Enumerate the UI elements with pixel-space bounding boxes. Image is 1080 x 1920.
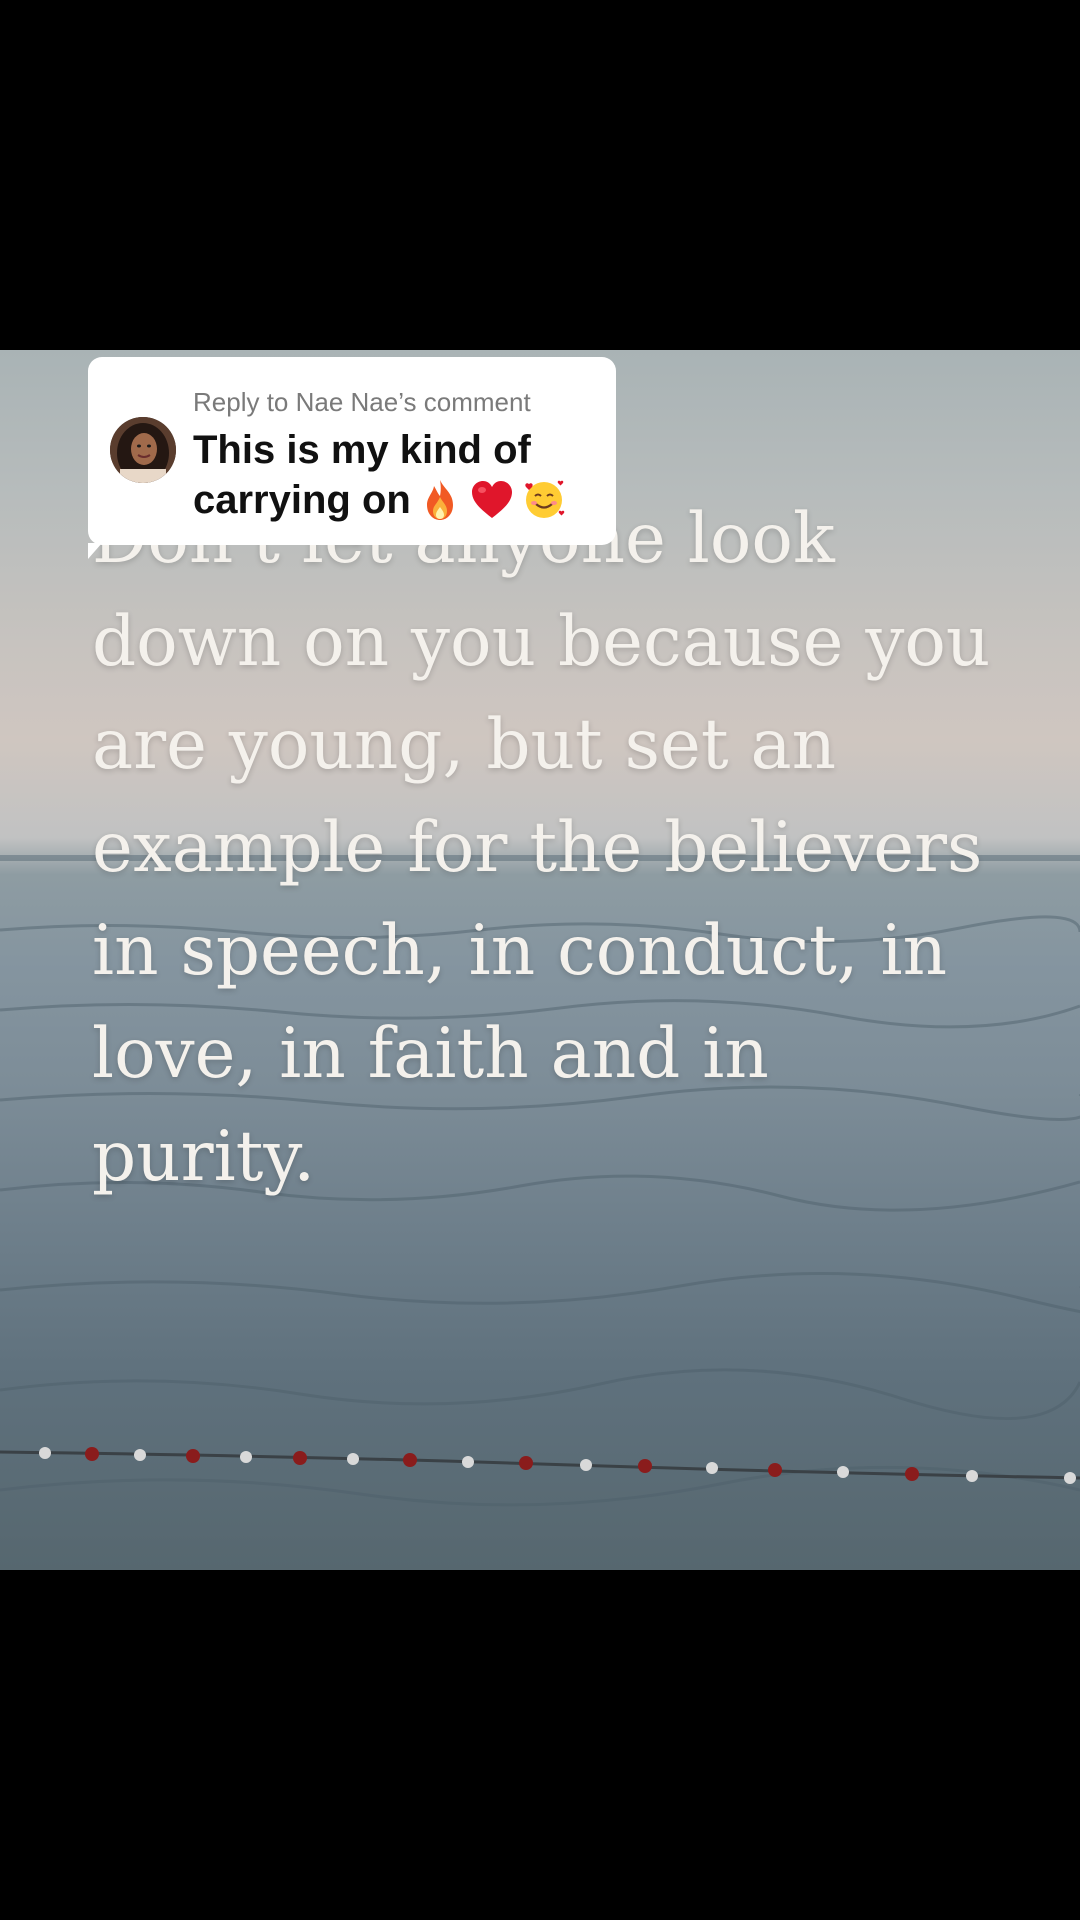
reply-comment-sticker[interactable]: Reply to Nae Nae’s comment This is my ki… [88,357,616,559]
bubble-tail [88,543,102,559]
avatar [110,417,176,483]
comment-text: This is my kind of carrying on [193,425,613,527]
quote-line: in speech, in conduct, in [92,911,948,991]
quote-line: down on you because you [92,602,991,682]
comment-line: This is my kind of [193,428,531,472]
red-heart-icon [471,481,512,519]
fire-icon [426,480,453,521]
quote-line: purity. [92,1117,316,1197]
video-quote-text: Don't let anyone look down on you becaus… [92,488,1022,1209]
smiling-face-with-hearts-icon [525,481,565,519]
emoji-row [417,477,573,527]
quote-line: example for the believers [92,808,983,888]
reply-label: Reply to Nae Nae’s comment [193,387,531,417]
avatar-photo-icon [110,417,176,483]
comment-line: carrying on [193,478,411,522]
quote-line: love, in faith and in [92,1014,769,1094]
quote-line: are young, but set an [92,705,837,785]
buoy-line [0,1447,1080,1484]
